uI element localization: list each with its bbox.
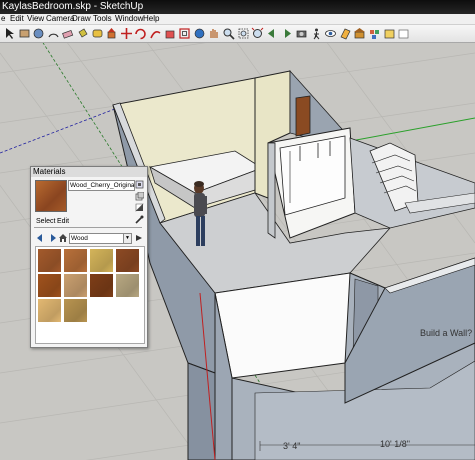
orbit-icon[interactable] [193, 27, 206, 40]
back-arrow-icon[interactable] [36, 233, 46, 243]
material-swatch[interactable] [64, 299, 87, 322]
inference-tooltip: Build a Wall? [420, 328, 473, 338]
display-material-icon[interactable] [135, 180, 144, 189]
zoom-window-icon[interactable] [237, 27, 250, 40]
rotate-icon[interactable] [134, 27, 147, 40]
menu-draw[interactable]: Draw [72, 14, 91, 24]
tab-select[interactable]: Select [36, 217, 55, 227]
previous-view-icon[interactable] [266, 27, 279, 40]
menu-bar: e Edit View Camera Draw Tools Window Hel… [0, 14, 475, 25]
warehouse-icon[interactable] [353, 27, 366, 40]
tab-edit[interactable]: Edit [57, 217, 69, 227]
menu-tools[interactable]: Tools [93, 14, 112, 24]
menu-camera[interactable]: Camera [46, 14, 74, 24]
sample-paint-icon[interactable] [135, 215, 144, 224]
zoom-icon[interactable] [222, 27, 235, 40]
material-name-field[interactable]: Wood_Cherry_Original [68, 180, 135, 191]
details-arrow-icon[interactable] [134, 233, 144, 243]
material-swatch[interactable] [90, 249, 113, 272]
pan-icon[interactable] [207, 27, 220, 40]
material-swatch[interactable] [38, 249, 61, 272]
menu-file[interactable]: e [1, 14, 5, 24]
look-around-icon[interactable] [324, 27, 337, 40]
menu-help[interactable]: Help [143, 14, 159, 24]
material-swatch[interactable] [90, 274, 113, 297]
material-swatch-grid [35, 246, 145, 344]
rectangle-icon[interactable] [18, 27, 31, 40]
camera-icon[interactable] [295, 27, 308, 40]
material-swatch[interactable] [38, 274, 61, 297]
push-pull-icon[interactable] [105, 27, 118, 40]
material-swatch[interactable] [38, 299, 61, 322]
circle-icon[interactable] [32, 27, 45, 40]
menu-view[interactable]: View [27, 14, 44, 24]
materials-panel-title[interactable]: Materials [31, 167, 147, 177]
tab-divider [34, 227, 142, 228]
dimension-label-2: 3' 4" [283, 441, 301, 451]
walk-icon[interactable] [310, 27, 323, 40]
default-material-icon[interactable] [135, 203, 144, 212]
materials-title-label: Materials [33, 167, 66, 176]
extension-icon[interactable] [397, 27, 410, 40]
material-swatch[interactable] [116, 249, 139, 272]
library-select-value: Wood [71, 235, 88, 242]
material-swatch[interactable] [64, 274, 87, 297]
home-icon[interactable] [58, 233, 68, 243]
material-swatch[interactable] [64, 249, 87, 272]
share-icon[interactable] [383, 27, 396, 40]
tape-measure-icon[interactable] [91, 27, 104, 40]
scale-icon[interactable] [164, 27, 177, 40]
main-toolbar [0, 25, 475, 43]
library-select[interactable]: Wood ▼ [69, 233, 132, 244]
window-title: KaylasBedroom.skp - SketchUp [2, 1, 144, 12]
menu-edit[interactable]: Edit [10, 14, 24, 24]
menu-window[interactable]: Window [115, 14, 143, 24]
eraser-icon[interactable] [61, 27, 74, 40]
dimension-label: 10' 1/8" [380, 439, 410, 449]
zoom-extents-icon[interactable] [251, 27, 264, 40]
paint-bucket-icon[interactable] [76, 27, 89, 40]
title-bar: KaylasBedroom.skp - SketchUp [0, 0, 475, 14]
materials-panel[interactable]: Materials Wood_Cherry_Original Select Ed… [30, 166, 148, 348]
chevron-down-icon[interactable]: ▼ [123, 234, 131, 243]
forward-arrow-icon[interactable] [47, 233, 57, 243]
material-preview [35, 180, 67, 212]
components-icon[interactable] [368, 27, 381, 40]
section-plane-icon[interactable] [339, 27, 352, 40]
follow-me-icon[interactable] [149, 27, 162, 40]
material-swatch[interactable] [116, 274, 139, 297]
next-view-icon[interactable] [280, 27, 293, 40]
create-material-icon[interactable] [135, 191, 145, 201]
move-icon[interactable] [120, 27, 133, 40]
offset-icon[interactable] [178, 27, 191, 40]
select-icon[interactable] [3, 27, 16, 40]
arc-icon[interactable] [47, 27, 60, 40]
